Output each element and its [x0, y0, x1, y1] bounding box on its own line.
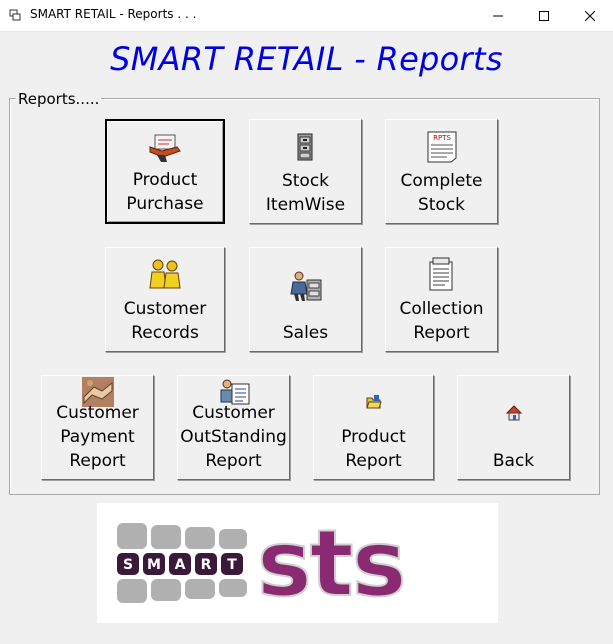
customer-payment-report-button[interactable]: Customer Payment Report — [41, 375, 154, 480]
minimize-icon — [493, 15, 503, 16]
collection-report-button[interactable]: Collection Report — [385, 247, 498, 352]
product-purchase-label: Product Purchase — [126, 170, 204, 214]
product-report-label: Product Report — [341, 427, 406, 471]
rpts-text: RPTS — [433, 134, 451, 142]
open-folder-icon — [365, 395, 382, 409]
customer-records-label: Customer Records — [123, 299, 207, 343]
product-purchase-button[interactable]: Product Purchase — [105, 119, 225, 224]
file-cabinet-icon — [297, 133, 312, 161]
stock-itemwise-label: Stock ItemWise — [265, 171, 346, 215]
title-bar: SMART RETAIL - Reports . . . — [0, 0, 613, 32]
product-purchase-icon — [149, 134, 181, 162]
customers-icon — [149, 259, 181, 289]
logo-letter-s: S — [123, 557, 133, 573]
logo-letter-a: A — [175, 557, 186, 573]
sales-person-icon — [289, 271, 321, 301]
complete-stock-button[interactable]: RPTS Complete Stock — [385, 119, 498, 224]
back-label: Back — [492, 451, 535, 471]
page-title: SMART RETAIL - Reports — [110, 40, 503, 78]
customer-outstanding-report-label: Customer OutStanding Report — [180, 403, 287, 471]
product-report-button[interactable]: Product Report — [313, 375, 434, 480]
sales-label: Sales — [282, 323, 329, 343]
logo-letter-t: T — [227, 557, 237, 573]
home-icon — [505, 405, 522, 421]
collection-report-label: Collection Report — [399, 299, 484, 343]
sts-logo: S M A R T sts — [97, 503, 498, 623]
sts-logo-graphic: S M A R T sts — [117, 509, 408, 618]
stock-itemwise-button[interactable]: Stock ItemWise — [249, 119, 362, 224]
maximize-button[interactable] — [521, 0, 567, 31]
window-title: SMART RETAIL - Reports . . . — [30, 7, 197, 21]
logo-sts-text: sts — [257, 510, 405, 617]
logo-letter-r: R — [201, 557, 212, 573]
app-icon — [9, 9, 21, 21]
maximize-icon — [539, 10, 549, 21]
complete-stock-label: Complete Stock — [400, 171, 483, 215]
customer-records-button[interactable]: Customer Records — [105, 247, 225, 352]
customer-payment-report-label: Customer Payment Report — [56, 403, 139, 471]
minimize-button[interactable] — [475, 0, 521, 31]
back-button[interactable]: Back — [457, 375, 570, 480]
sales-button[interactable]: Sales — [249, 247, 362, 352]
customer-outstanding-report-button[interactable]: Customer OutStanding Report — [177, 375, 290, 480]
logo-letter-m: M — [147, 557, 161, 573]
collection-document-icon — [429, 257, 452, 291]
close-icon — [585, 10, 595, 21]
reports-document-icon: RPTS — [427, 131, 456, 163]
close-button[interactable] — [567, 0, 613, 31]
reports-group-label: Reports..... — [16, 90, 102, 108]
